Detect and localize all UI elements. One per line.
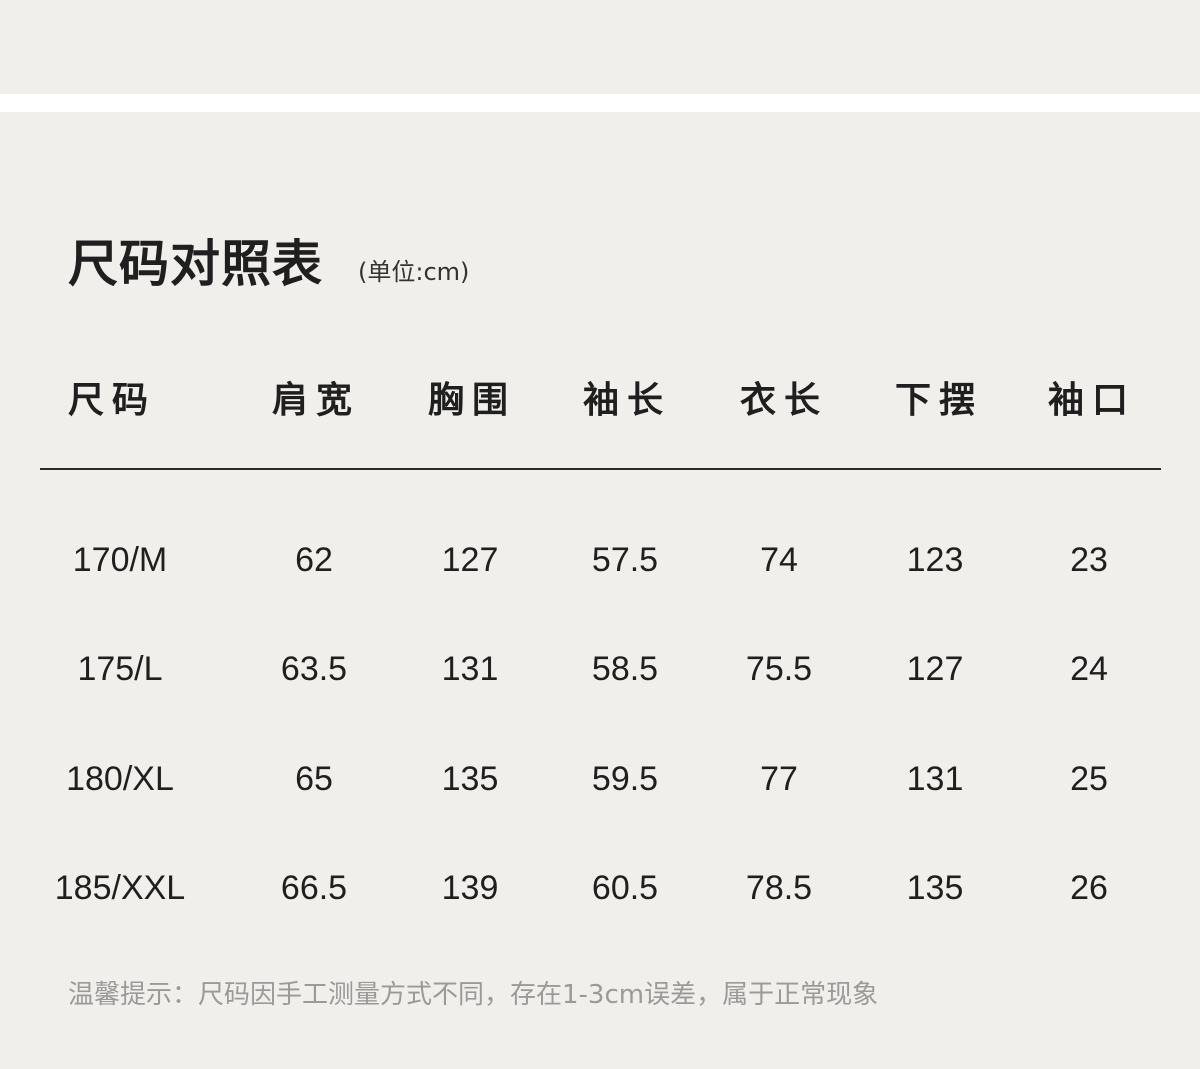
table-cell: 180/XL [66, 760, 174, 798]
table-cell: 65 [295, 760, 333, 798]
table-cell: 185/XXL [54, 869, 186, 907]
table-cell: 59.5 [591, 760, 659, 798]
table-cell: 127 [441, 541, 499, 579]
table-cell: 139 [441, 869, 499, 907]
table-header: 尺码 肩宽 胸围 袖长 衣长 下摆 袖口 [0, 374, 1200, 428]
white-strip [0, 94, 1200, 112]
table-cell: 170/M [72, 541, 168, 579]
table-cell: 131 [441, 650, 499, 688]
table-row: 175/L 63.5 131 58.5 75.5 127 24 [0, 644, 1200, 694]
table-cell: 23 [1070, 541, 1108, 579]
table-cell: 66.5 [280, 869, 348, 907]
table-cell: 26 [1070, 869, 1108, 907]
header-hem: 下摆 [894, 380, 983, 421]
table-cell: 63.5 [280, 650, 348, 688]
header-chest: 胸围 [427, 380, 516, 421]
table-cell: 75.5 [745, 650, 813, 688]
table-cell: 123 [906, 541, 964, 579]
table-cell: 57.5 [591, 541, 659, 579]
note-text: 温馨提示：尺码因手工测量方式不同，存在1-3cm误差，属于正常现象 [68, 980, 879, 1010]
page-title: 尺码对照表 [68, 235, 323, 293]
table-cell: 131 [906, 760, 964, 798]
table-cell: 175/L [77, 650, 163, 688]
header-cuff: 袖口 [1047, 380, 1136, 421]
header-sleeve: 袖长 [582, 380, 671, 421]
header-length: 衣长 [739, 380, 828, 421]
table-cell: 78.5 [745, 869, 813, 907]
unit-label: (单位:cm) [358, 258, 470, 286]
table-row: 185/XXL 66.5 139 60.5 78.5 135 26 [0, 863, 1200, 913]
table-cell: 62 [295, 541, 333, 579]
table-cell: 135 [906, 869, 964, 907]
top-band [0, 0, 1200, 94]
table-cell: 58.5 [591, 650, 659, 688]
table-row: 170/M 62 127 57.5 74 123 23 [0, 535, 1200, 585]
table-row: 180/XL 65 135 59.5 77 131 25 [0, 754, 1200, 804]
table-cell: 77 [760, 760, 798, 798]
table-cell: 74 [760, 541, 798, 579]
table-cell: 135 [441, 760, 499, 798]
table-cell: 24 [1070, 650, 1108, 688]
table-cell: 60.5 [591, 869, 659, 907]
table-cell: 127 [906, 650, 964, 688]
header-divider [40, 468, 1161, 470]
header-shoulder: 肩宽 [271, 380, 360, 421]
header-size: 尺码 [68, 380, 157, 421]
table-cell: 25 [1070, 760, 1108, 798]
